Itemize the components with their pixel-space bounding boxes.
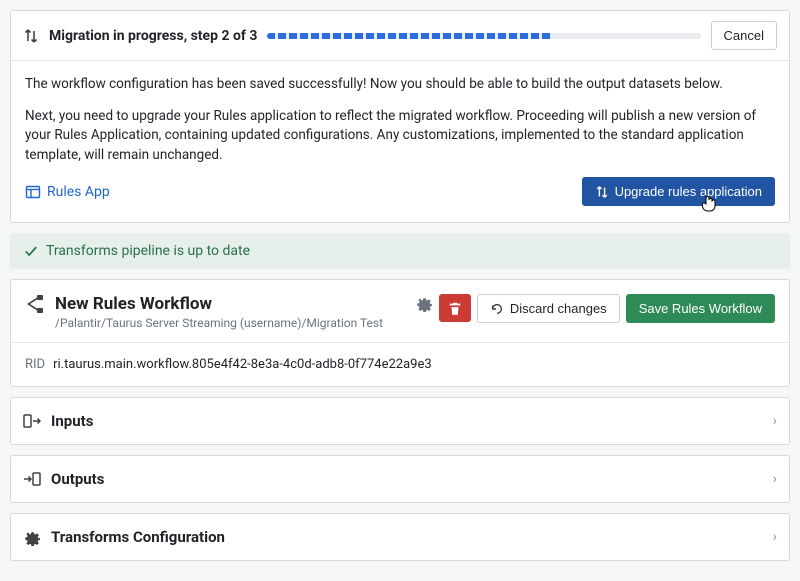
rid-row: RID ri.taurus.main.workflow.805e4f42-8e3…: [11, 343, 789, 386]
inputs-icon: [23, 412, 41, 430]
app-icon: [25, 184, 41, 200]
settings-button[interactable]: [415, 294, 433, 312]
inputs-section[interactable]: Inputs ›: [10, 397, 790, 445]
delete-button[interactable]: [439, 294, 471, 322]
transforms-section[interactable]: Transforms Configuration ›: [10, 513, 790, 561]
migration-body: The workflow configuration has been save…: [11, 61, 789, 222]
workflow-icon: [25, 294, 45, 314]
trash-icon: [448, 301, 462, 315]
workflow-title: New Rules Workflow: [55, 294, 405, 314]
pipeline-status-text: Transforms pipeline is up to date: [46, 243, 250, 259]
cancel-button[interactable]: Cancel: [711, 21, 777, 50]
pipeline-status-banner: Transforms pipeline is up to date: [10, 233, 790, 269]
workflow-panel: New Rules Workflow /Palantir/Taurus Serv…: [10, 279, 790, 387]
rid-value: ri.taurus.main.workflow.805e4f42-8e3a-4c…: [53, 357, 432, 372]
gear-icon: [23, 528, 41, 546]
rules-app-link[interactable]: Rules App: [25, 184, 110, 200]
sort-icon: [23, 28, 39, 44]
migration-header: Migration in progress, step 2 of 3 Cance…: [11, 11, 789, 61]
chevron-right-icon: ›: [773, 471, 777, 487]
rid-label: RID: [25, 357, 45, 372]
migration-panel: Migration in progress, step 2 of 3 Cance…: [10, 10, 790, 223]
progress-bar: [267, 33, 700, 39]
migration-title: Migration in progress, step 2 of 3: [49, 28, 257, 44]
chevron-right-icon: ›: [773, 529, 777, 545]
workflow-path: /Palantir/Taurus Server Streaming (usern…: [55, 316, 405, 330]
save-workflow-button[interactable]: Save Rules Workflow: [626, 294, 775, 323]
discard-changes-button[interactable]: Discard changes: [477, 294, 620, 323]
undo-icon: [490, 302, 504, 316]
message-p2: Next, you need to upgrade your Rules app…: [25, 107, 775, 166]
transforms-title: Transforms Configuration: [51, 528, 763, 546]
chevron-right-icon: ›: [773, 413, 777, 429]
inputs-title: Inputs: [51, 412, 763, 430]
outputs-section[interactable]: Outputs ›: [10, 455, 790, 503]
outputs-title: Outputs: [51, 470, 763, 488]
check-icon: [24, 244, 38, 258]
rules-app-label: Rules App: [47, 184, 110, 200]
upgrade-rules-button[interactable]: Upgrade rules application: [582, 177, 775, 206]
upgrade-icon: [595, 185, 609, 199]
outputs-icon: [23, 470, 41, 488]
message-p1: The workflow configuration has been save…: [25, 75, 775, 95]
